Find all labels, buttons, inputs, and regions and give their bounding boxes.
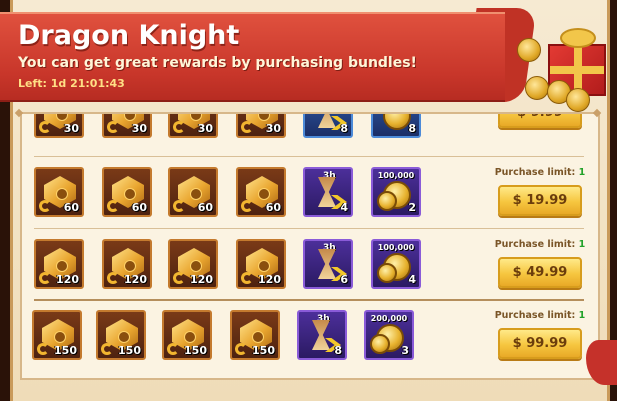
item-quantity: 8 bbox=[408, 122, 416, 135]
gem-item[interactable]: 120 bbox=[168, 239, 218, 289]
speedup-item[interactable]: 3h 4 bbox=[303, 167, 353, 217]
buy-button-49-99[interactable]: $ 49.99 bbox=[498, 257, 582, 288]
speedup-hourglass-icon bbox=[312, 320, 330, 350]
gem-item[interactable]: 30 bbox=[102, 114, 152, 138]
bundle-row-2: 60 60 60 60 3h 4 100,000 2 Purchase limi… bbox=[22, 164, 598, 232]
speedup-item[interactable]: 8 bbox=[303, 114, 353, 138]
row-divider bbox=[34, 156, 584, 157]
gem-item[interactable]: 120 bbox=[102, 239, 152, 289]
item-quantity: 8 bbox=[334, 344, 342, 357]
item-quantity: 2 bbox=[408, 201, 416, 214]
gold-coin-icon bbox=[566, 88, 590, 112]
bundle-row-3: 120 120 120 120 3h 6 100,000 4 Purchase … bbox=[22, 236, 598, 304]
item-quantity: 6 bbox=[340, 273, 348, 286]
buy-button-19-99[interactable]: $ 19.99 bbox=[498, 185, 582, 216]
gold-coins-icon bbox=[383, 114, 411, 130]
purchase-limit-count: 1 bbox=[578, 310, 586, 321]
gem-item[interactable]: 150 bbox=[32, 310, 82, 360]
item-quantity: 120 bbox=[258, 273, 281, 286]
item-quantity: 60 bbox=[63, 201, 79, 214]
coin-amount-label: 100,000 bbox=[377, 243, 415, 252]
buy-button-99-99[interactable]: $ 99.99 bbox=[498, 328, 582, 359]
gem-item[interactable]: 60 bbox=[168, 167, 218, 217]
speedup-item[interactable]: 3h 8 bbox=[297, 310, 347, 360]
speedup-item[interactable]: 3h 6 bbox=[303, 239, 353, 289]
gift-bow-icon bbox=[560, 28, 596, 48]
item-quantity: 3 bbox=[401, 344, 409, 357]
speedup-hourglass-icon bbox=[318, 114, 336, 128]
gem-item[interactable]: 150 bbox=[96, 310, 146, 360]
item-quantity: 60 bbox=[131, 201, 147, 214]
gem-item[interactable]: 150 bbox=[230, 310, 280, 360]
gem-item[interactable]: 60 bbox=[236, 167, 286, 217]
purchase-limit-count: 1 bbox=[578, 167, 586, 178]
coins-item[interactable]: 100,000 4 bbox=[371, 239, 421, 289]
banner-subtitle: You can get great rewards by purchasing … bbox=[18, 55, 417, 71]
item-quantity: 4 bbox=[340, 201, 348, 214]
item-quantity: 30 bbox=[63, 122, 79, 135]
gem-item[interactable]: 150 bbox=[162, 310, 212, 360]
row-divider bbox=[34, 228, 584, 229]
purchase-limit: Purchase limit: 1 bbox=[494, 239, 586, 250]
countdown-timer: Left: 1d 21:01:43 bbox=[18, 77, 125, 90]
speedup-hourglass-icon bbox=[318, 249, 336, 279]
item-quantity: 120 bbox=[56, 273, 79, 286]
bundle-row-4: 150 150 150 150 3h 8 200,000 3 Purchase … bbox=[22, 307, 598, 375]
coins-item[interactable]: 8 bbox=[371, 114, 421, 138]
item-quantity: 4 bbox=[408, 273, 416, 286]
speedup-hourglass-icon bbox=[318, 177, 336, 207]
bundle-row-1: 30 30 30 30 8 8 $ 9.99 bbox=[22, 114, 598, 154]
gem-item[interactable]: 120 bbox=[236, 239, 286, 289]
page-title: Dragon Knight bbox=[18, 20, 240, 51]
gem-item[interactable]: 60 bbox=[34, 167, 84, 217]
buy-button-9-99[interactable]: $ 9.99 bbox=[498, 114, 582, 128]
item-quantity: 120 bbox=[190, 273, 213, 286]
item-quantity: 60 bbox=[265, 201, 281, 214]
gem-item[interactable]: 30 bbox=[236, 114, 286, 138]
bundle-list[interactable]: 30 30 30 30 8 8 $ 9.99 60 60 60 60 3h 4 … bbox=[20, 112, 600, 380]
gem-item[interactable]: 60 bbox=[102, 167, 152, 217]
item-quantity: 30 bbox=[131, 122, 147, 135]
gold-coin-icon bbox=[525, 76, 549, 100]
item-quantity: 60 bbox=[197, 201, 213, 214]
coins-item[interactable]: 100,000 2 bbox=[371, 167, 421, 217]
coins-item[interactable]: 200,000 3 bbox=[364, 310, 414, 360]
item-quantity: 8 bbox=[340, 122, 348, 135]
gem-item[interactable]: 30 bbox=[34, 114, 84, 138]
coin-amount-label: 200,000 bbox=[370, 314, 408, 323]
item-quantity: 150 bbox=[252, 344, 275, 357]
purchase-limit: Purchase limit: 1 bbox=[494, 167, 586, 178]
coin-amount-label: 100,000 bbox=[377, 171, 415, 180]
item-quantity: 120 bbox=[124, 273, 147, 286]
gem-item[interactable]: 30 bbox=[168, 114, 218, 138]
row-divider bbox=[34, 299, 584, 301]
purchase-limit: Purchase limit: 1 bbox=[494, 310, 586, 321]
item-quantity: 30 bbox=[197, 122, 213, 135]
gold-coin-icon bbox=[517, 38, 541, 62]
item-quantity: 30 bbox=[265, 122, 281, 135]
gem-item[interactable]: 120 bbox=[34, 239, 84, 289]
item-quantity: 150 bbox=[118, 344, 141, 357]
purchase-limit-count: 1 bbox=[578, 239, 586, 250]
item-quantity: 150 bbox=[54, 344, 77, 357]
item-quantity: 150 bbox=[184, 344, 207, 357]
